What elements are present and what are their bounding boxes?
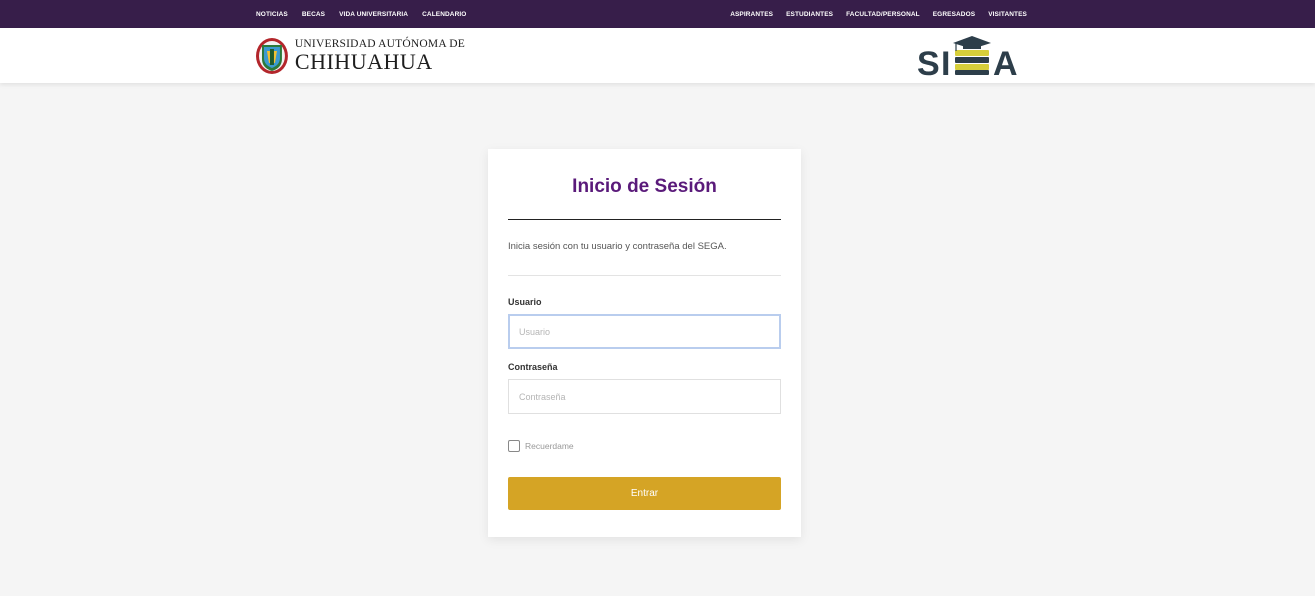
login-instructions: Inicia sesión con tu usuario y contraseñ… bbox=[508, 241, 727, 252]
nav-link-aspirantes[interactable]: ASPIRANTES bbox=[730, 11, 773, 18]
site-header: UNIVERSIDAD AUTÓNOMA DE CHIHUAHUA S I A bbox=[0, 28, 1315, 83]
nav-link-egresados[interactable]: EGRESADOS bbox=[933, 11, 975, 18]
nav-link-facultad-personal[interactable]: FACULTAD/PERSONAL bbox=[846, 11, 920, 18]
login-card: Inicio de Sesión Inicia sesión con tu us… bbox=[488, 149, 801, 537]
svg-text:A: A bbox=[993, 45, 1018, 78]
top-nav-right-group: ASPIRANTES ESTUDIANTES FACULTAD/PERSONAL… bbox=[717, 0, 1027, 28]
remember-me-row[interactable]: Recuerdame bbox=[508, 440, 574, 452]
password-input[interactable] bbox=[508, 379, 781, 414]
login-title: Inicio de Sesión bbox=[572, 176, 717, 197]
username-input[interactable] bbox=[508, 314, 781, 349]
svg-text:I: I bbox=[941, 45, 950, 78]
svg-text:S: S bbox=[917, 45, 940, 78]
username-label: Usuario bbox=[508, 297, 542, 307]
university-shield-icon bbox=[255, 38, 288, 74]
login-submit-button[interactable]: Entrar bbox=[508, 477, 781, 510]
top-nav-left-group: NOTICIAS BECAS VIDA UNIVERSITARIA CALEND… bbox=[256, 0, 480, 28]
remember-me-checkbox[interactable] bbox=[508, 440, 520, 452]
nav-link-visitantes[interactable]: VISITANTES bbox=[988, 11, 1027, 18]
siga-logo[interactable]: S I A bbox=[915, 34, 1027, 83]
nav-link-calendario[interactable]: CALENDARIO bbox=[422, 11, 466, 18]
top-navigation-bar: NOTICIAS BECAS VIDA UNIVERSITARIA CALEND… bbox=[0, 0, 1315, 28]
university-name-line2: CHIHUAHUA bbox=[294, 49, 433, 75]
nav-link-noticias[interactable]: NOTICIAS bbox=[256, 11, 288, 18]
remember-me-label[interactable]: Recuerdame bbox=[525, 441, 574, 451]
nav-link-vida-universitaria[interactable]: VIDA UNIVERSITARIA bbox=[339, 11, 408, 18]
university-logo[interactable]: UNIVERSIDAD AUTÓNOMA DE CHIHUAHUA bbox=[255, 36, 465, 76]
instructions-divider bbox=[508, 275, 781, 276]
password-label: Contraseña bbox=[508, 362, 558, 372]
siga-logo-graphic: S I A bbox=[917, 36, 1018, 83]
nav-link-estudiantes[interactable]: ESTUDIANTES bbox=[786, 11, 833, 18]
nav-link-becas[interactable]: BECAS bbox=[302, 11, 325, 18]
title-divider bbox=[508, 219, 781, 220]
